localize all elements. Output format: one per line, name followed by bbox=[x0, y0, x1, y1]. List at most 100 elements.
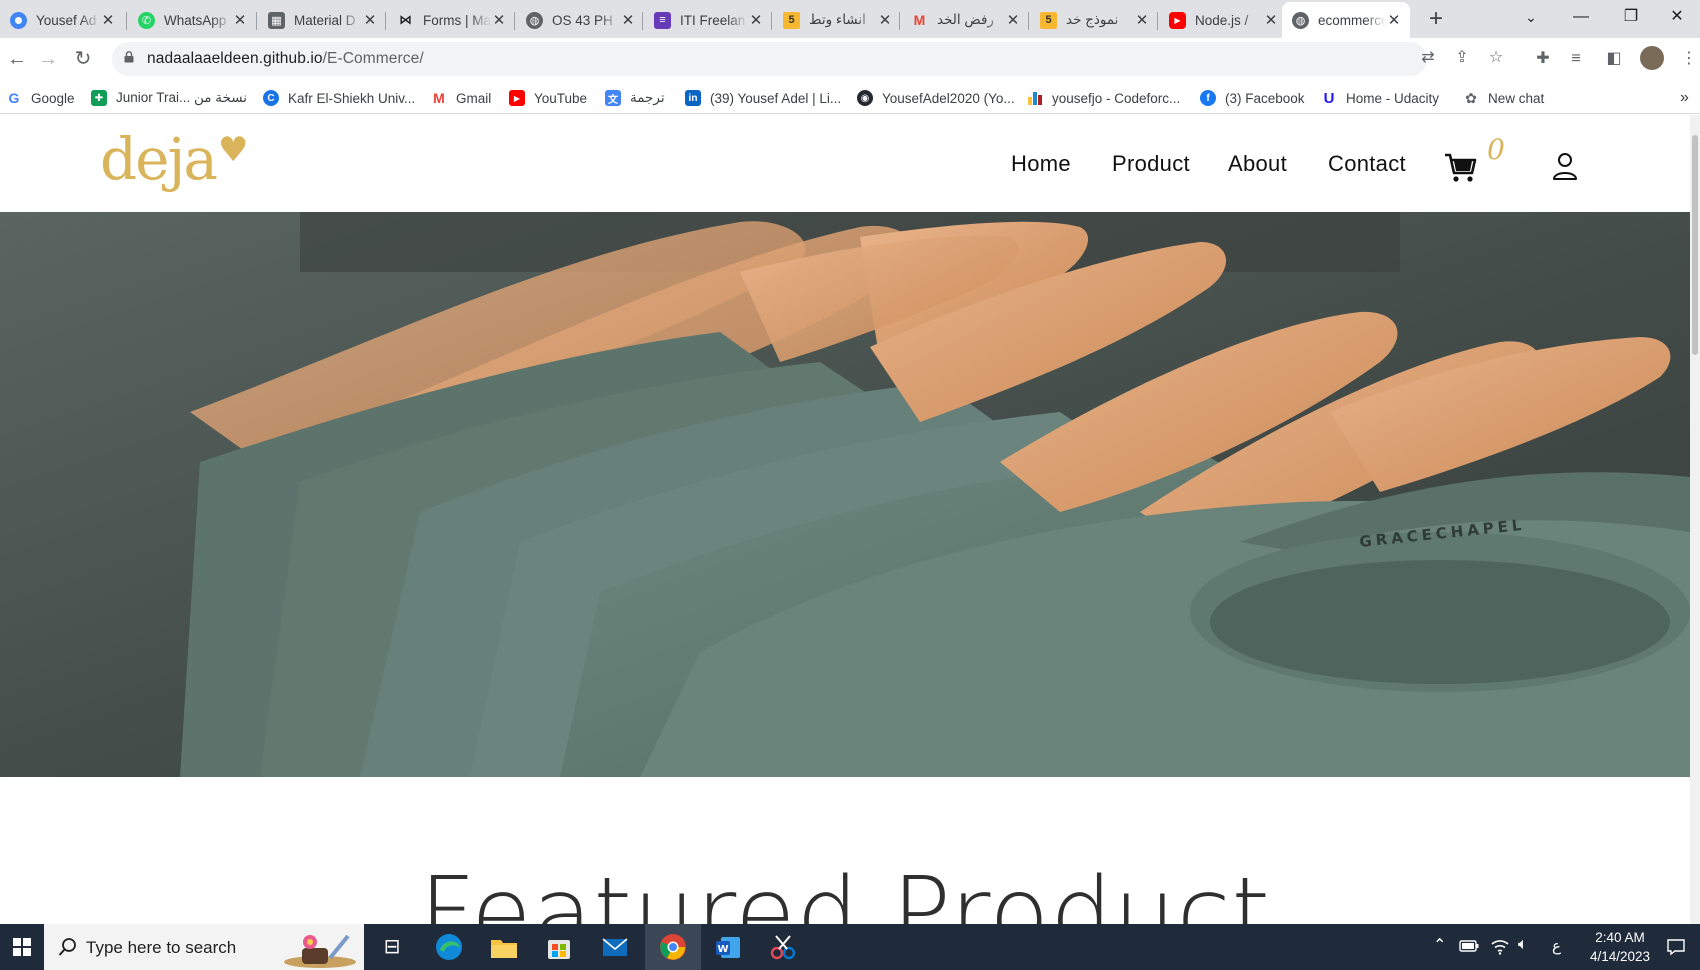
restore-button[interactable]: ❐ bbox=[1608, 0, 1654, 36]
reading-list-icon[interactable]: ≡ bbox=[1565, 48, 1587, 70]
input-language-indicator[interactable]: ع bbox=[1552, 937, 1561, 955]
tab-yousef[interactable]: Yousef Ad ✕ bbox=[0, 2, 124, 38]
mail-icon[interactable] bbox=[598, 930, 632, 964]
scrollbar-thumb[interactable] bbox=[1692, 135, 1698, 355]
tab-gmail[interactable]: M رفض الخد ✕ bbox=[901, 2, 1029, 38]
close-icon[interactable]: ✕ bbox=[491, 11, 507, 29]
site-logo[interactable]: deja♥ bbox=[100, 125, 249, 193]
facebook-icon: f bbox=[1200, 90, 1216, 106]
bookmark-star-icon[interactable]: ☆ bbox=[1485, 47, 1507, 69]
close-icon[interactable]: ✕ bbox=[1134, 11, 1150, 29]
heart-icon: ♥ bbox=[218, 130, 249, 170]
bookmark-facebook[interactable]: f (3) Facebook bbox=[1200, 88, 1305, 108]
battery-icon[interactable] bbox=[1459, 940, 1479, 952]
close-icon[interactable]: ✕ bbox=[1005, 11, 1021, 29]
bookmark-gmail[interactable]: M Gmail bbox=[431, 88, 491, 108]
cart-icon[interactable] bbox=[1444, 151, 1478, 185]
cart-count: 0 bbox=[1487, 133, 1505, 166]
bookmark-translate[interactable]: 文 ترجمة bbox=[605, 88, 665, 108]
nav-product[interactable]: Product bbox=[1112, 151, 1190, 177]
close-icon[interactable]: ✕ bbox=[362, 11, 378, 29]
close-icon[interactable]: ✕ bbox=[232, 11, 248, 29]
bookmark-github[interactable]: ◉ YousefAdel2020 (Yo... bbox=[857, 88, 1015, 108]
bookmark-google[interactable]: G Google bbox=[6, 88, 75, 108]
volume-icon[interactable]: 🔈︎ bbox=[1518, 936, 1528, 954]
site-header: deja♥ Home Product About Contact 0 bbox=[0, 115, 1690, 212]
user-icon[interactable] bbox=[1552, 152, 1578, 180]
system-clock[interactable]: 2:40 AM 4/14/2023 bbox=[1588, 928, 1652, 966]
tab-os43[interactable]: ◍ OS 43 PH ✕ bbox=[516, 2, 644, 38]
file-explorer-icon[interactable] bbox=[487, 930, 521, 964]
bookmark-kfs[interactable]: C Kafr El-Shiekh Univ... bbox=[263, 88, 415, 108]
store-icon[interactable] bbox=[542, 930, 576, 964]
bookmark-label: (39) Yousef Adel | Li... bbox=[710, 90, 842, 106]
close-window-button[interactable]: ✕ bbox=[1654, 0, 1700, 36]
notifications-icon[interactable] bbox=[1666, 937, 1686, 957]
bookmark-youtube[interactable]: ▶ YouTube bbox=[509, 88, 587, 108]
sheets-icon: ✚ bbox=[91, 90, 107, 106]
nav-about[interactable]: About bbox=[1228, 151, 1287, 177]
tab-khamsat-1[interactable]: 5 انشاء وتط ✕ bbox=[773, 2, 901, 38]
back-button[interactable]: ← bbox=[4, 46, 30, 72]
tab-iti[interactable]: ≡ ITI Freelan ✕ bbox=[644, 2, 772, 38]
bookmark-linkedin[interactable]: in (39) Yousef Adel | Li... bbox=[685, 88, 841, 108]
snipping-tool-icon[interactable] bbox=[766, 930, 800, 964]
share-icon[interactable]: ⇪ bbox=[1451, 47, 1473, 69]
clock-time: 2:40 AM bbox=[1595, 930, 1645, 945]
bookmark-label: Google bbox=[31, 90, 75, 106]
linkedin-icon: in bbox=[685, 90, 701, 106]
close-icon[interactable]: ✕ bbox=[620, 11, 636, 29]
bookmark-codeforces[interactable]: yousefjo - Codeforc... bbox=[1027, 88, 1180, 108]
tab-ecommerce[interactable]: ◍ ecommerce ✕ bbox=[1282, 2, 1410, 38]
tab-title: Node.js / bbox=[1195, 12, 1249, 28]
translate-icon[interactable]: ⇄ bbox=[1417, 47, 1439, 69]
openai-icon: ✿ bbox=[1465, 89, 1477, 106]
word-icon[interactable]: W bbox=[711, 930, 745, 964]
side-panel-icon[interactable]: ◧ bbox=[1603, 48, 1625, 70]
profile-avatar[interactable] bbox=[1640, 46, 1664, 70]
edge-icon[interactable] bbox=[432, 930, 466, 964]
chrome-icon[interactable] bbox=[656, 930, 690, 964]
svg-text:W: W bbox=[717, 944, 728, 955]
new-tab-button[interactable]: + bbox=[1422, 4, 1450, 34]
tab-khamsat-2[interactable]: 5 نموذج خد ✕ bbox=[1030, 2, 1158, 38]
kfs-icon: C bbox=[263, 90, 279, 106]
wifi-icon[interactable] bbox=[1490, 937, 1510, 955]
tab-search-icon[interactable]: ⌄ bbox=[1508, 0, 1554, 36]
extensions-icon[interactable]: ✚ bbox=[1532, 48, 1554, 70]
bookmark-junior[interactable]: ✚ Junior Trai... نسخة من bbox=[91, 88, 247, 108]
lock-icon[interactable] bbox=[124, 51, 134, 63]
page-scrollbar[interactable] bbox=[1690, 115, 1700, 924]
bookmark-new-chat[interactable]: ✿ New chat bbox=[1463, 88, 1544, 108]
tab-title: انشاء وتط bbox=[809, 12, 866, 27]
bookmark-label: (3) Facebook bbox=[1225, 90, 1305, 106]
forward-button[interactable]: → bbox=[35, 46, 61, 72]
tab-whatsapp[interactable]: ✆ WhatsApp ✕ bbox=[128, 2, 256, 38]
search-placeholder: Type here to search bbox=[86, 938, 237, 957]
tab-material[interactable]: ▦ Material D ✕ bbox=[258, 2, 386, 38]
close-icon[interactable]: ✕ bbox=[748, 11, 764, 29]
task-view-icon[interactable]: ⊟ bbox=[375, 930, 409, 964]
windows-start-icon[interactable] bbox=[0, 924, 44, 970]
show-hidden-icons[interactable]: ⌃ bbox=[1433, 935, 1446, 955]
minimize-button[interactable]: — bbox=[1558, 0, 1604, 36]
url-text[interactable]: nadaalaaeldeen.github.io/E-Commerce/ bbox=[147, 50, 424, 68]
taskbar-search[interactable]: Type here to search bbox=[44, 924, 364, 970]
globe-icon: ◍ bbox=[526, 11, 543, 29]
tab-forms[interactable]: ⋈ Forms | Ma ✕ bbox=[387, 2, 515, 38]
bookmarks-overflow-button[interactable]: » bbox=[1680, 88, 1689, 108]
close-icon[interactable]: ✕ bbox=[877, 11, 893, 29]
close-icon[interactable]: ✕ bbox=[1263, 11, 1279, 29]
reload-button[interactable]: ↻ bbox=[70, 46, 96, 72]
nav-contact[interactable]: Contact bbox=[1328, 151, 1406, 177]
close-icon[interactable]: ✕ bbox=[1386, 11, 1402, 29]
menu-kebab-icon[interactable]: ⋮ bbox=[1678, 48, 1700, 70]
udacity-icon: U bbox=[1323, 89, 1335, 107]
tab-nodejs[interactable]: ▶ Node.js / ✕ bbox=[1159, 2, 1287, 38]
bookmark-label: Home - Udacity bbox=[1346, 90, 1440, 106]
nav-home[interactable]: Home bbox=[1011, 151, 1071, 177]
bookmark-udacity[interactable]: U Home - Udacity bbox=[1321, 88, 1439, 108]
address-bar[interactable]: nadaalaaeldeen.github.io/E-Commerce/ ⇄ ⇪… bbox=[112, 42, 1503, 76]
close-icon[interactable]: ✕ bbox=[100, 11, 116, 29]
tab-title: رفض الخد bbox=[937, 12, 994, 27]
